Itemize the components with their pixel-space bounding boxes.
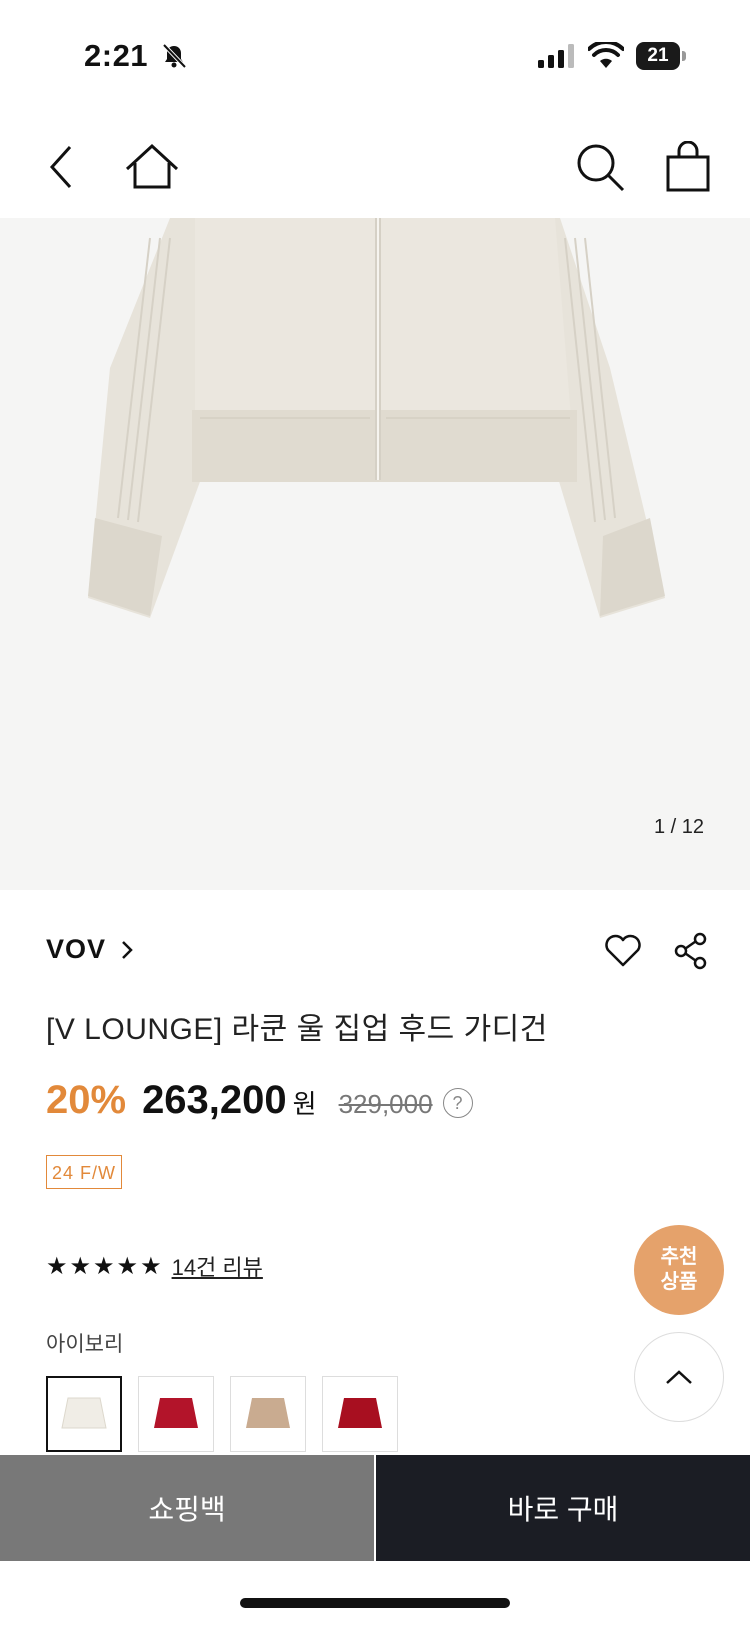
home-button[interactable] xyxy=(120,135,184,199)
battery-level: 21 xyxy=(647,45,669,66)
battery-icon: 21 xyxy=(636,42,688,70)
recommend-line-2: 상품 xyxy=(660,1271,698,1293)
home-icon xyxy=(125,143,179,189)
color-swatch-beige[interactable] xyxy=(230,1376,306,1452)
buy-now-button[interactable]: 바로 구매 xyxy=(376,1455,750,1561)
sale-price: 263,200 xyxy=(142,1078,287,1122)
home-indicator xyxy=(240,1598,510,1608)
swatch-thumbnail xyxy=(338,1398,382,1428)
add-to-bag-button[interactable]: 쇼핑백 xyxy=(0,1455,374,1561)
season-badge: 24 F/W xyxy=(46,1155,122,1189)
currency-unit: 원 xyxy=(292,1089,317,1119)
price-help-icon[interactable]: ? xyxy=(442,1088,473,1118)
price-row: 20% 263,200 원 329,000 ? xyxy=(46,1078,473,1123)
selected-color-label: 아이보리 xyxy=(46,1333,124,1356)
chevron-up-icon xyxy=(666,1370,692,1384)
color-swatch-red-2[interactable] xyxy=(322,1376,398,1452)
heart-icon xyxy=(605,934,641,967)
back-button[interactable] xyxy=(30,135,94,199)
color-swatch-ivory[interactable] xyxy=(46,1376,122,1452)
shopping-bag-button[interactable] xyxy=(656,135,720,199)
share-button[interactable] xyxy=(674,932,708,975)
discount-rate: 20% xyxy=(46,1078,127,1122)
search-icon xyxy=(577,144,625,192)
shopping-bag-icon xyxy=(666,141,710,192)
chevron-left-icon xyxy=(49,145,72,189)
brand-link[interactable]: VOV xyxy=(46,934,134,965)
cellular-signal-icon xyxy=(538,44,574,68)
brand-name: VOV xyxy=(46,934,107,964)
search-button[interactable] xyxy=(568,135,632,199)
chevron-right-icon xyxy=(122,940,133,959)
bell-muted-icon xyxy=(162,43,187,69)
recommend-line-1: 추천 xyxy=(660,1246,698,1268)
star-rating: ★★★★★ xyxy=(46,1252,164,1280)
status-time: 2:21 xyxy=(84,38,149,73)
original-price: 329,000 xyxy=(338,1089,433,1119)
share-icon xyxy=(674,932,707,970)
scroll-top-button[interactable] xyxy=(634,1332,724,1422)
color-swatch-red[interactable] xyxy=(138,1376,214,1452)
product-image[interactable] xyxy=(0,218,750,890)
image-counter: 1 / 12 xyxy=(653,816,704,838)
swatch-thumbnail xyxy=(61,1397,107,1429)
swatch-thumbnail xyxy=(154,1398,198,1428)
swatch-thumbnail xyxy=(246,1398,290,1428)
wifi-icon xyxy=(588,42,624,68)
cardigan-image xyxy=(88,218,665,618)
review-link[interactable]: 14건 리뷰 xyxy=(172,1250,263,1282)
recommended-products-button[interactable]: 추천 상품 xyxy=(634,1225,724,1315)
wishlist-button[interactable] xyxy=(604,934,642,973)
rating-row: ★★★★★ 14건 리뷰 xyxy=(46,1250,263,1282)
product-title: [V LOUNGE] 라쿤 울 집업 후드 가디건 xyxy=(46,1013,548,1046)
